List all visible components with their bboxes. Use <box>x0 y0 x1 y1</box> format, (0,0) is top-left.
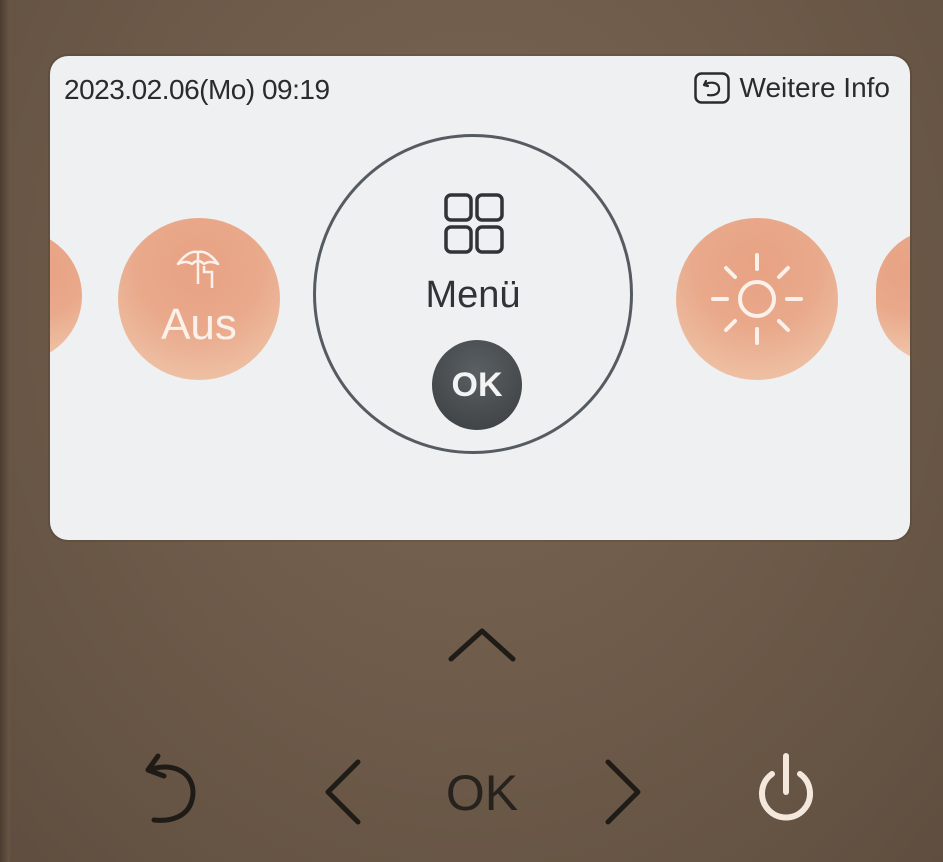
mode-heating-button[interactable] <box>676 218 838 380</box>
grid-icon <box>434 192 512 261</box>
mode-off-label: Aus <box>161 300 237 349</box>
chevron-up-icon <box>448 628 516 662</box>
ok-screen-button[interactable]: OK <box>432 340 522 430</box>
more-info-button[interactable]: Weitere Info <box>693 72 890 104</box>
umbrella-icon <box>174 248 222 297</box>
datetime-label: 2023.02.06(Mo) 09:19 <box>64 74 330 105</box>
menu-label: Menü <box>425 274 521 316</box>
back-button[interactable] <box>136 750 206 830</box>
right-button[interactable] <box>600 752 648 832</box>
left-button[interactable] <box>318 752 366 832</box>
bezel-edge <box>0 0 10 862</box>
back-arrow-icon <box>145 753 196 823</box>
more-info-label: Weitere Info <box>739 72 890 103</box>
power-icon <box>759 753 813 821</box>
sun-icon <box>711 253 803 345</box>
mode-off-button[interactable]: Aus <box>118 218 280 380</box>
display-screen: 2023.02.06(Mo) 09:19 Weitere Info Aus Me… <box>50 56 910 540</box>
back-box-icon <box>693 72 730 104</box>
ok-button[interactable]: OK <box>432 758 532 828</box>
power-button[interactable] <box>748 748 824 832</box>
thermostat-device: 2023.02.06(Mo) 09:19 Weitere Info Aus Me… <box>0 0 943 862</box>
mode-partial-left[interactable] <box>50 230 82 362</box>
chevron-left-icon <box>325 759 361 825</box>
chevron-right-icon <box>605 759 641 825</box>
up-button[interactable] <box>445 612 519 678</box>
mode-partial-right[interactable] <box>876 230 910 362</box>
